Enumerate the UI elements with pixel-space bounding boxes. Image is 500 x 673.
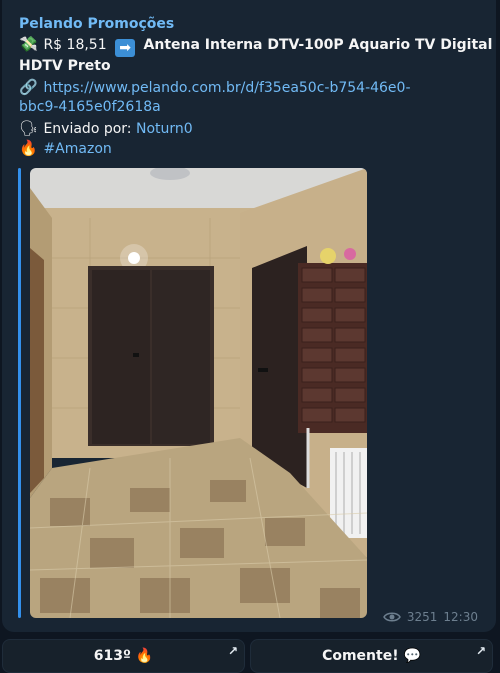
product-title-part2: HDTV Preto	[19, 58, 111, 74]
price-title-line: 💸 R$ 18,51 ➡ Antena Interna DTV-100P Aqu…	[19, 34, 492, 57]
speaking-head-icon: 🗣	[19, 119, 39, 137]
price: R$ 18,51	[43, 37, 107, 53]
product-title-part1: Antena Interna DTV-100P Aquario TV Digit…	[143, 37, 493, 53]
deal-link-part2[interactable]: bbc9-4165e0f2618a	[19, 97, 161, 117]
message-meta: 3251 12:30	[382, 610, 478, 624]
deal-link-part1[interactable]: https://www.pelando.com.br/d/f35ea50c-b7…	[43, 80, 410, 96]
external-link-icon: ↗	[227, 644, 238, 658]
url-line: 🔗 https://www.pelando.com.br/d/f35ea50c-…	[19, 77, 411, 98]
hashtag-line: 🔥 #Amazon	[19, 138, 112, 159]
hallway-photo	[30, 168, 367, 618]
sender-label: Enviado por:	[43, 121, 132, 137]
hashtag[interactable]: #Amazon	[43, 141, 111, 157]
preview-photo[interactable]	[30, 168, 367, 618]
message-time: 12:30	[443, 610, 478, 624]
eye-icon	[382, 612, 401, 622]
external-link-icon: ↗	[475, 644, 486, 658]
message-bubble: Pelando Promoções 💸 R$ 18,51 ➡ Antena In…	[2, 0, 496, 632]
sender-name[interactable]: Noturn0	[136, 121, 193, 137]
view-count: 3251	[406, 610, 438, 624]
preview-accent-bar	[18, 168, 21, 618]
arrow-right-icon: ➡	[115, 39, 136, 57]
channel-name[interactable]: Pelando Promoções	[19, 16, 174, 32]
sender-line: 🗣 Enviado por: Noturn0	[19, 118, 193, 139]
temperature-label: 613º 🔥	[93, 648, 154, 664]
fire-icon: 🔥	[19, 139, 38, 157]
temperature-button[interactable]: 613º 🔥 ↗	[2, 639, 245, 673]
comment-button[interactable]: Comente! 💬 ↗	[250, 639, 493, 673]
money-emoji: 💸	[19, 35, 38, 53]
comment-label: Comente! 💬	[322, 648, 421, 664]
link-icon: 🔗	[19, 78, 38, 96]
